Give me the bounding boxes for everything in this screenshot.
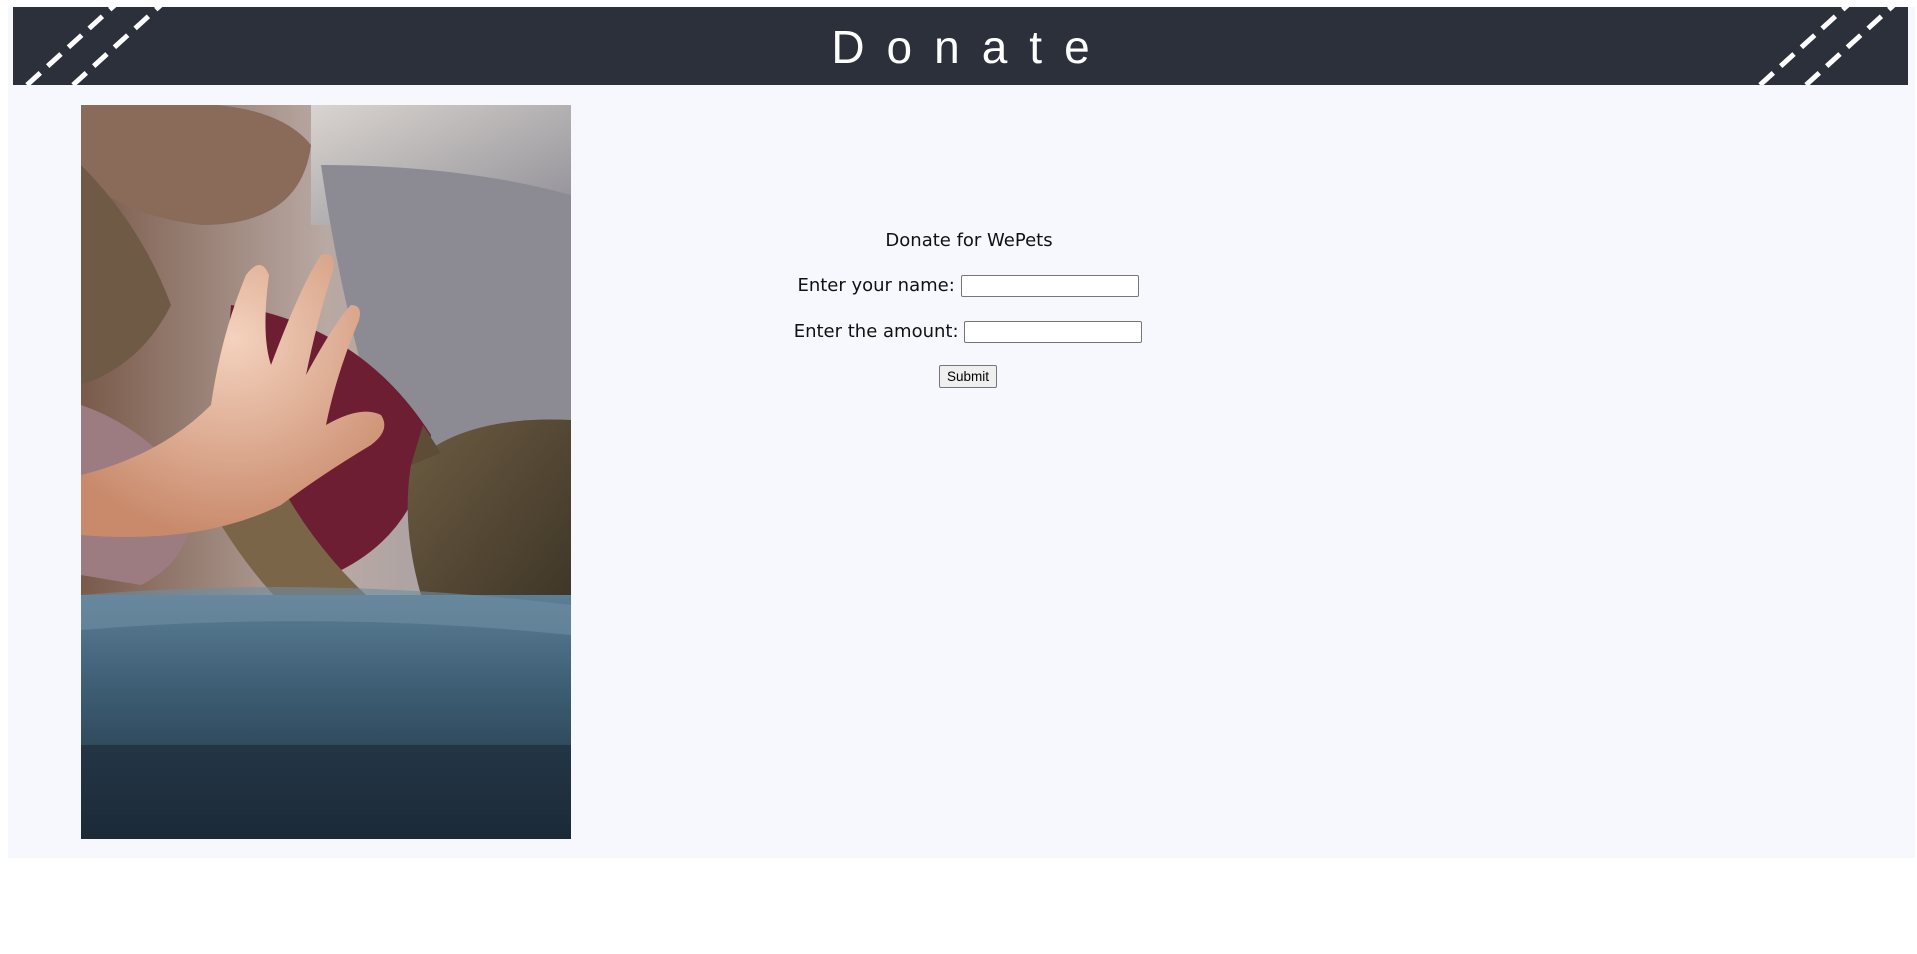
page-title: Donate [831,21,1112,73]
submit-button[interactable]: Submit [938,365,998,388]
amount-label: Enter the amount: [793,321,959,342]
pet-photo [81,105,571,839]
form-title: Donate for WePets [885,230,1053,251]
amount-input[interactable] [964,321,1143,343]
name-input[interactable] [960,275,1139,297]
name-label: Enter your name: [797,275,955,296]
amount-row: Enter the amount: [568,319,1368,345]
header-banner: Donate [13,7,1908,85]
diagonal-stripes-right-decoration [1758,7,1896,85]
hand-high-five-cat-image [81,105,571,839]
submit-row: Submit [568,365,1368,389]
donation-form: Donate for WePets Enter your name: Enter… [568,229,1368,389]
page-container: Donate Donate for WePets Enter your name… [8,7,1915,858]
name-row: Enter your name: [568,273,1368,299]
